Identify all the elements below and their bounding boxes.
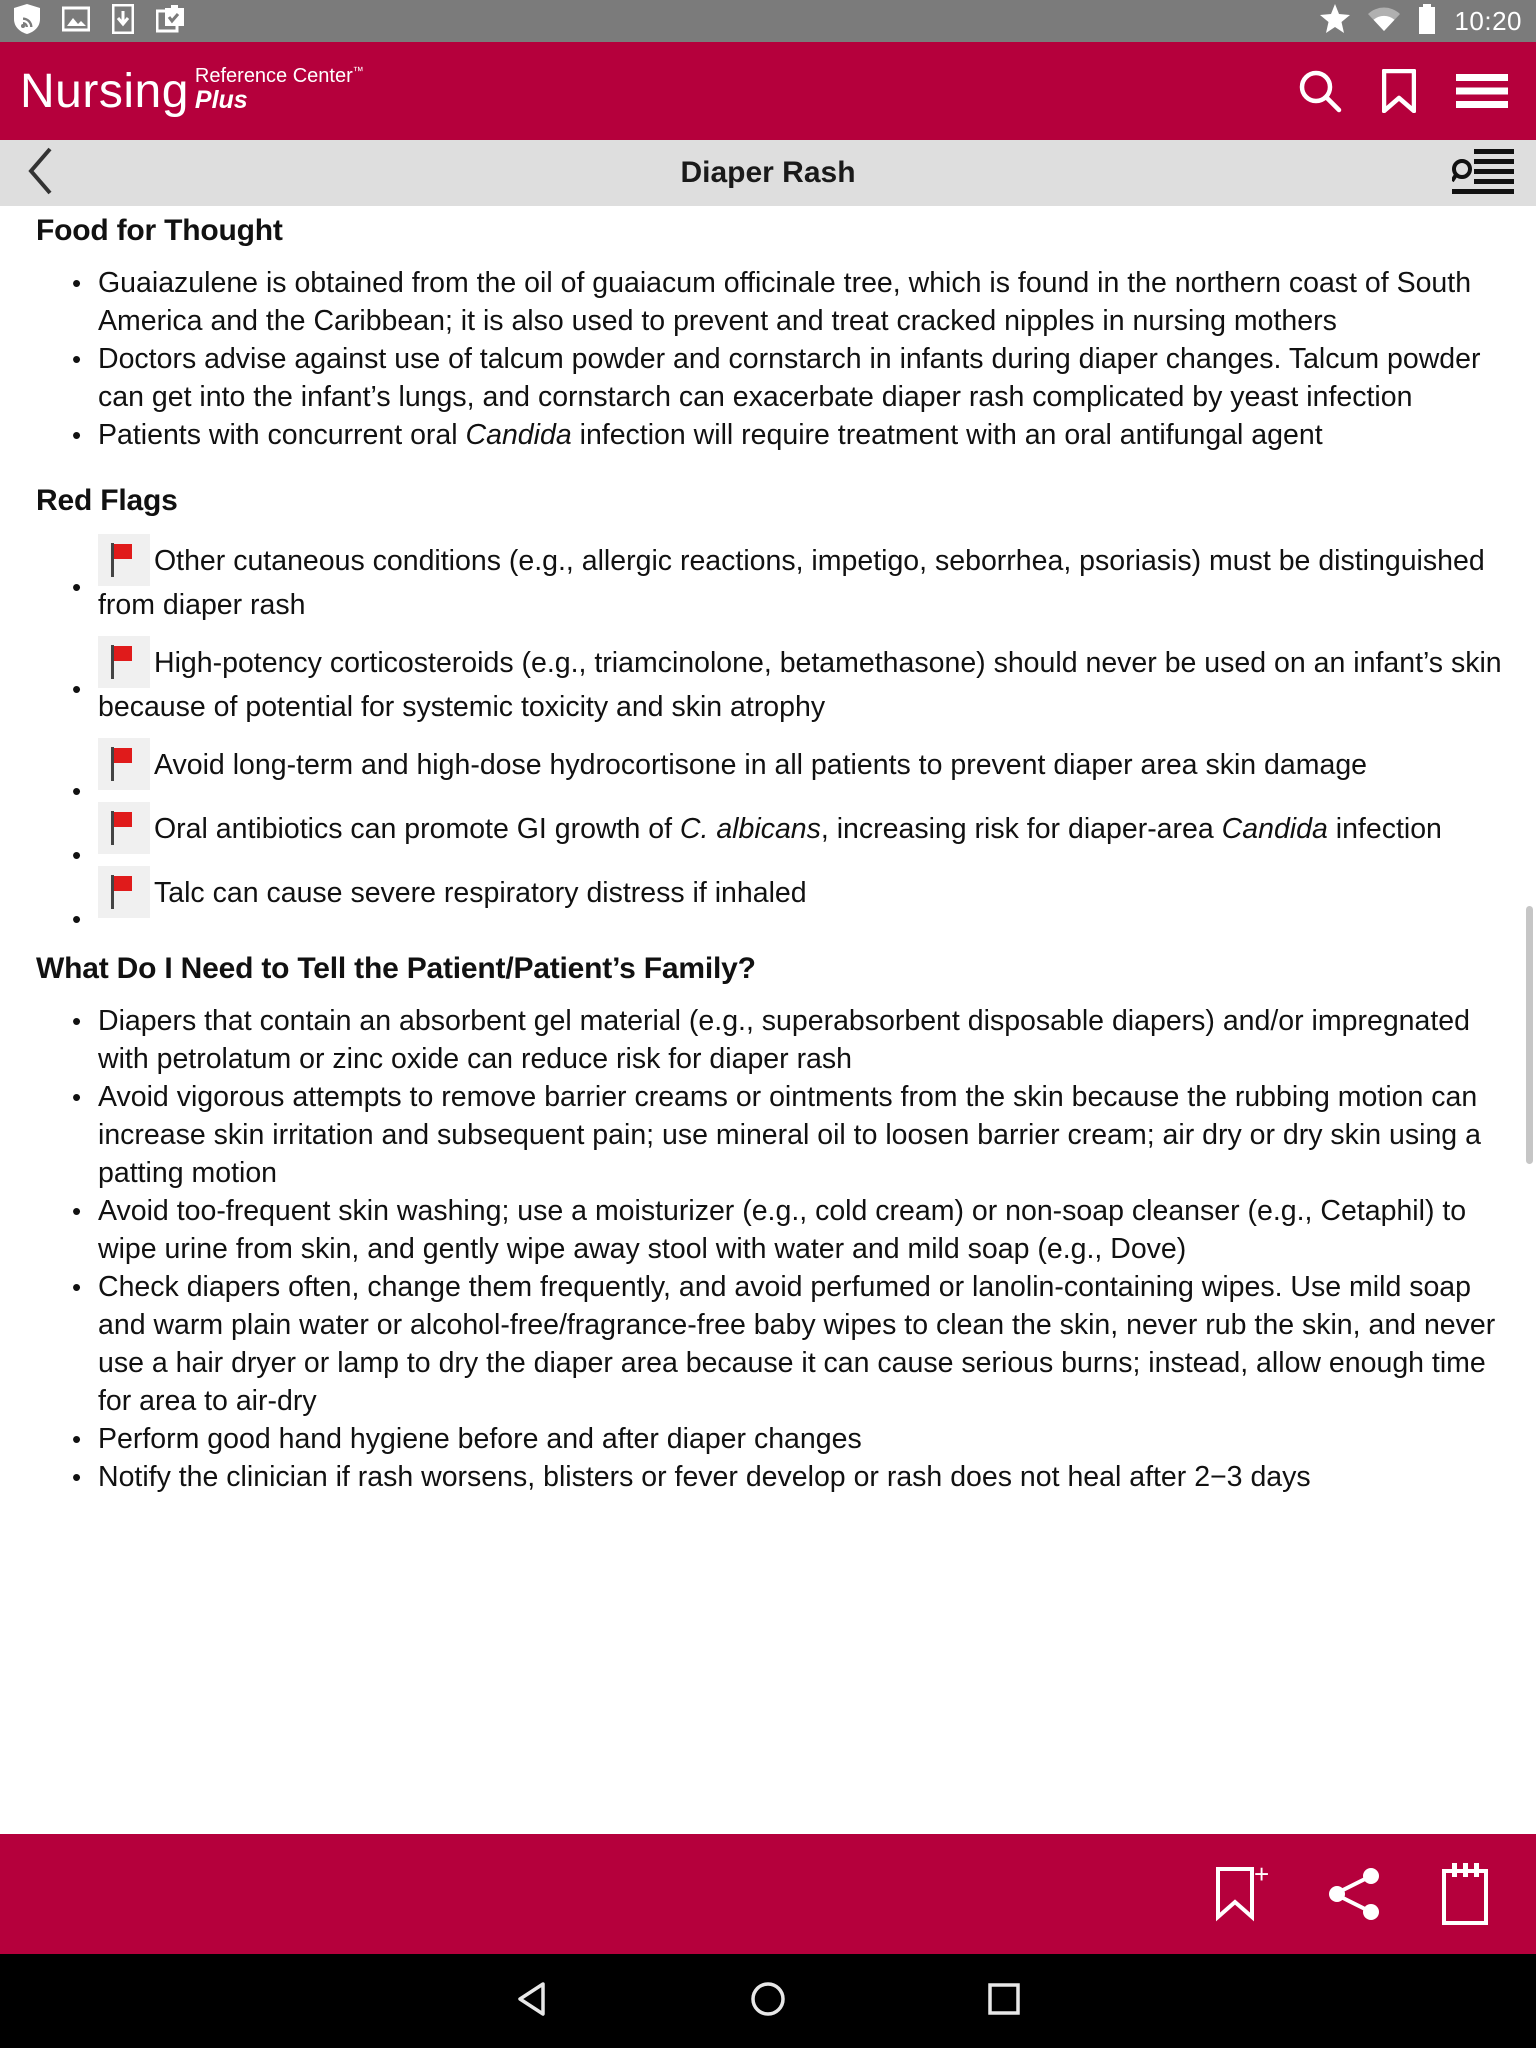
battery-icon (1418, 3, 1436, 39)
app-logo[interactable]: Nursing Reference Center™ Plus (20, 66, 364, 115)
brand-reference-center: Reference Center (194, 65, 353, 88)
list-item-text-c: infection (1327, 813, 1442, 845)
status-bar-notification-icons (14, 3, 186, 39)
list-item-text-b: , increasing risk for diaper-area (820, 813, 1222, 845)
brand-name-nursing: Nursing (20, 64, 189, 118)
taxon-candida: Candida (1221, 813, 1328, 845)
list-item-text: Talc can cause severe respiratory distre… (154, 877, 807, 909)
list-item-text-a: Oral antibiotics can promote GI growth o… (154, 813, 680, 845)
taxon-candida: Candida (465, 419, 572, 451)
list-item: Avoid long-term and high-dose hydrocorti… (36, 738, 1508, 810)
list-item: Avoid vigorous attempts to remove barrie… (36, 1078, 1508, 1192)
list-item-text: Diapers that contain an absorbent gel ma… (98, 1005, 1470, 1075)
red-flag-icon (98, 738, 150, 790)
notepad-icon[interactable] (1440, 1863, 1490, 1925)
star-icon (1320, 4, 1351, 38)
article-content[interactable]: Food for Thought Guaiazulene is obtained… (0, 206, 1536, 1834)
list-item-text: Check diapers often, change them frequen… (98, 1271, 1496, 1417)
list-item: Patients with concurrent oral Candida in… (36, 416, 1508, 454)
section-heading-food-for-thought: Food for Thought (36, 214, 283, 247)
article-toolbar: Diaper Rash (0, 140, 1536, 206)
bookmark-icon[interactable] (1382, 69, 1416, 113)
menu-icon[interactable] (1456, 73, 1508, 109)
brand-trademark: ™ (352, 65, 364, 78)
list-item-text: High-potency corticosteroids (e.g., tria… (98, 647, 1502, 723)
back-triangle-icon[interactable] (515, 1981, 549, 2022)
red-flags-list: Other cutaneous conditions (e.g., allerg… (36, 534, 1508, 938)
status-bar-clock: 10:20 (1454, 5, 1522, 36)
list-item-text: Notify the clinician if rash worsens, bl… (98, 1461, 1311, 1493)
food-for-thought-list: Guaiazulene is obtained from the oil of … (36, 264, 1508, 454)
list-item-text: Avoid long-term and high-dose hydrocorti… (154, 749, 1368, 781)
status-bar-system-icons: 10:20 (1320, 3, 1522, 39)
list-item-text: Guaiazulene is obtained from the oil of … (98, 267, 1472, 337)
page-title: Diaper Rash (680, 156, 856, 189)
image-icon (61, 6, 91, 37)
patient-family-list: Diapers that contain an absorbent gel ma… (36, 1002, 1508, 1496)
shield-signal-icon (14, 3, 40, 39)
list-item: Notify the clinician if rash worsens, bl… (36, 1458, 1508, 1496)
home-circle-icon[interactable] (749, 1980, 787, 2023)
list-item-text-suffix: infection will require treatment with an… (571, 419, 1323, 451)
list-item-text: Other cutaneous conditions (e.g., allerg… (98, 545, 1485, 621)
add-bookmark-icon[interactable]: + (1212, 1863, 1270, 1925)
list-item: High-potency corticosteroids (e.g., tria… (36, 636, 1508, 726)
list-item: Talc can cause severe respiratory distre… (36, 866, 1508, 938)
app-header: Nursing Reference Center™ Plus (0, 42, 1536, 140)
list-item-text: Avoid too-frequent skin washing; use a m… (98, 1195, 1467, 1265)
list-item-text-prefix: Patients with concurrent oral (98, 419, 466, 451)
android-navigation-bar (0, 1954, 1536, 2048)
list-item: Check diapers often, change them frequen… (36, 1268, 1508, 1420)
list-item-text: Perform good hand hygiene before and aft… (98, 1423, 862, 1455)
share-icon[interactable] (1326, 1866, 1384, 1922)
article-action-bar: + (0, 1834, 1536, 1954)
brand-plus: Plus (194, 86, 248, 115)
section-heading-patient-family: What Do I Need to Tell the Patient/Patie… (36, 952, 756, 985)
wifi-icon (1368, 7, 1401, 36)
list-item: Perform good hand hygiene before and aft… (36, 1420, 1508, 1458)
list-item-text: Avoid vigorous attempts to remove barrie… (98, 1081, 1481, 1189)
list-item-text: Doctors advise against use of talcum pow… (98, 343, 1481, 413)
android-status-bar: 10:20 (0, 0, 1536, 42)
list-item: Diapers that contain an absorbent gel ma… (36, 1002, 1508, 1078)
list-item: Other cutaneous conditions (e.g., allerg… (36, 534, 1508, 624)
list-item: Avoid too-frequent skin washing; use a m… (36, 1192, 1508, 1268)
taxon-c-albicans: C. albicans (679, 813, 821, 845)
list-item: Oral antibiotics can promote GI growth o… (36, 802, 1508, 874)
recents-square-icon[interactable] (987, 1982, 1021, 2021)
phone-screen: 10:20 Nursing Reference Center™ Plus Dia… (0, 0, 1536, 2048)
red-flag-icon (98, 802, 150, 854)
content-scrollbar[interactable] (1526, 906, 1533, 1164)
section-heading-red-flags: Red Flags (36, 484, 178, 517)
red-flag-icon (98, 534, 150, 586)
list-item: Guaiazulene is obtained from the oil of … (36, 264, 1508, 340)
red-flag-icon (98, 636, 150, 688)
svg-text:+: + (1254, 1863, 1269, 1889)
clipboard-check-icon (155, 4, 186, 38)
download-icon (111, 3, 135, 39)
red-flag-icon (98, 866, 150, 918)
search-icon[interactable] (1298, 69, 1342, 113)
list-item: Doctors advise against use of talcum pow… (36, 340, 1508, 416)
back-chevron-icon[interactable] (26, 146, 56, 201)
table-of-contents-icon[interactable] (1450, 147, 1514, 200)
